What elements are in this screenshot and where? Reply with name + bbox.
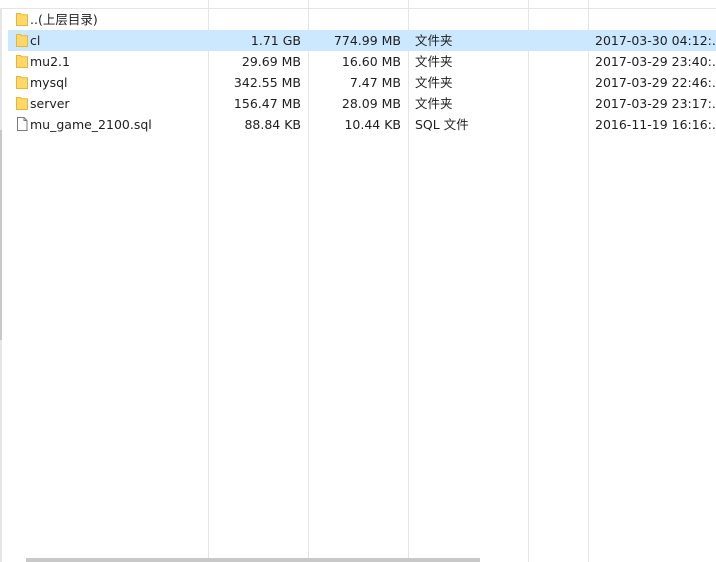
modified-time: 2017-03-30 04:12:...: [595, 33, 716, 48]
modified-time: 2017-03-29 23:40:...: [595, 54, 716, 69]
modified-time: 2017-03-29 22:46:...: [595, 75, 716, 90]
file-size: 88.84 KB: [244, 117, 301, 132]
packed-size: 16.60 MB: [341, 54, 401, 69]
file-type: 文件夹: [415, 96, 453, 111]
file-name: mysql: [30, 75, 68, 90]
modified-time: 2016-11-19 16:16:...: [595, 117, 716, 132]
file-type: 文件夹: [415, 75, 453, 90]
file-name: cl: [30, 33, 41, 48]
file-name: ..(上层目录): [30, 12, 98, 27]
file-type: 文件夹: [415, 33, 453, 48]
file-row-selected[interactable]: cl 1.71 GB 774.99 MB 文件夹 2017-03-30 04:1…: [8, 30, 716, 51]
file-name: mu2.1: [30, 54, 70, 69]
folder-icon: [16, 54, 28, 68]
folder-icon: [16, 96, 28, 110]
folder-icon: [16, 75, 28, 89]
modified-time: 2017-03-29 23:17:...: [595, 96, 716, 111]
file-type: SQL 文件: [415, 117, 469, 132]
horizontal-scrollbar[interactable]: [26, 558, 480, 562]
packed-size: 774.99 MB: [333, 33, 401, 48]
packed-size: 7.47 MB: [349, 75, 401, 90]
folder-icon: [16, 12, 28, 26]
file-name: mu_game_2100.sql: [30, 117, 152, 132]
file-size: 29.69 MB: [241, 54, 301, 69]
file-row[interactable]: server 156.47 MB 28.09 MB 文件夹 2017-03-29…: [8, 93, 716, 114]
file-row[interactable]: mysql 342.55 MB 7.47 MB 文件夹 2017-03-29 2…: [8, 72, 716, 93]
file-row[interactable]: mu_game_2100.sql 88.84 KB 10.44 KB SQL 文…: [8, 114, 716, 135]
file-size: 156.47 MB: [233, 96, 301, 111]
parent-directory-row[interactable]: ..(上层目录): [8, 9, 716, 30]
scrollbar-thumb[interactable]: [0, 130, 2, 340]
folder-icon: [16, 33, 28, 47]
file-name: server: [30, 96, 70, 111]
document-icon: [16, 117, 28, 131]
file-type: 文件夹: [415, 54, 453, 69]
column-header: [0, 0, 716, 9]
file-size: 342.55 MB: [233, 75, 301, 90]
file-row[interactable]: mu2.1 29.69 MB 16.60 MB 文件夹 2017-03-29 2…: [8, 51, 716, 72]
file-size: 1.71 GB: [250, 33, 301, 48]
packed-size: 28.09 MB: [341, 96, 401, 111]
vertical-scrollbar[interactable]: [0, 0, 2, 562]
packed-size: 10.44 KB: [344, 117, 401, 132]
